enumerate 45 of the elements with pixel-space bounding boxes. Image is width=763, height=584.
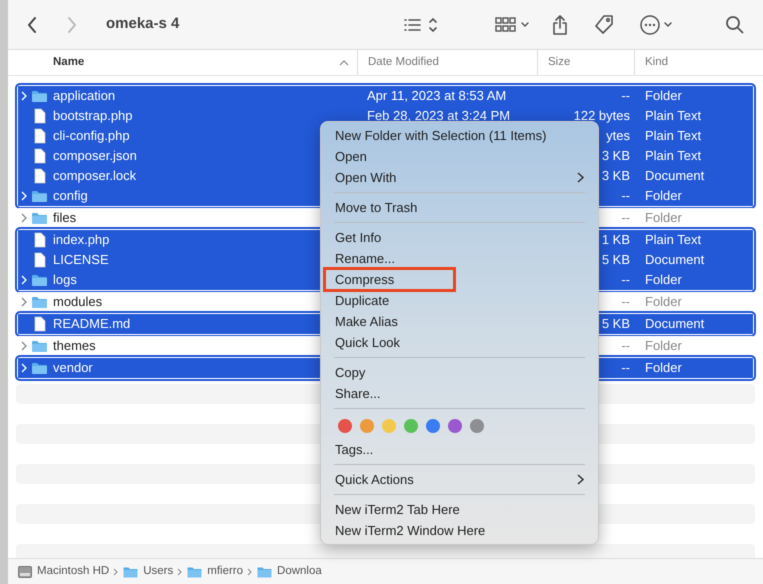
file-kind: Folder bbox=[645, 360, 682, 376]
file-name: index.php bbox=[53, 231, 110, 250]
file-kind: Plain Text bbox=[645, 232, 702, 248]
file-size: 3 KB bbox=[602, 147, 630, 166]
file-name: themes bbox=[53, 337, 96, 356]
file-size: -- bbox=[621, 87, 630, 106]
file-name: modules bbox=[53, 293, 102, 312]
file-kind: Folder bbox=[645, 210, 682, 226]
file-name: config bbox=[53, 187, 88, 206]
file-name: composer.json bbox=[53, 147, 137, 166]
file-size: -- bbox=[621, 271, 630, 290]
file-size: -- bbox=[621, 187, 630, 206]
file-kind: Document bbox=[645, 316, 704, 332]
file-size: 122 bytes bbox=[574, 107, 630, 126]
file-size: -- bbox=[621, 209, 630, 228]
file-kind: Folder bbox=[645, 294, 682, 310]
file-name: vendor bbox=[53, 359, 93, 378]
file-size: 3 KB bbox=[602, 167, 630, 186]
file-kind: Plain Text bbox=[645, 108, 702, 124]
file-kind: Folder bbox=[645, 188, 682, 204]
file-size: 1 KB bbox=[602, 231, 630, 250]
file-name: logs bbox=[53, 271, 77, 290]
file-name: composer.lock bbox=[53, 167, 136, 186]
date-modified: Feb 28, 2023 at 3:24 PM bbox=[367, 108, 510, 124]
file-name: cli-config.php bbox=[53, 127, 130, 146]
file-size: ytes bbox=[606, 127, 630, 146]
file-kind: Document bbox=[645, 168, 704, 184]
file-name: LICENSE bbox=[53, 251, 109, 270]
file-size: -- bbox=[621, 337, 630, 356]
file-kind: Folder bbox=[645, 88, 682, 104]
file-name: files bbox=[53, 209, 76, 228]
file-size: 5 KB bbox=[602, 315, 630, 334]
file-name: application bbox=[53, 87, 116, 106]
file-size: -- bbox=[621, 359, 630, 378]
window-title: omeka-s 4 bbox=[106, 14, 180, 34]
file-kind: Document bbox=[645, 252, 704, 268]
file-kind: Folder bbox=[645, 338, 682, 354]
file-size: -- bbox=[621, 293, 630, 312]
file-size: 5 KB bbox=[602, 251, 630, 270]
file-kind: Plain Text bbox=[645, 128, 702, 144]
file-name: bootstrap.php bbox=[53, 107, 133, 126]
file-name: README.md bbox=[53, 315, 130, 334]
file-kind: Folder bbox=[645, 272, 682, 288]
file-kind: Plain Text bbox=[645, 148, 702, 164]
date-modified: Apr 11, 2023 at 8:53 AM bbox=[367, 88, 506, 104]
